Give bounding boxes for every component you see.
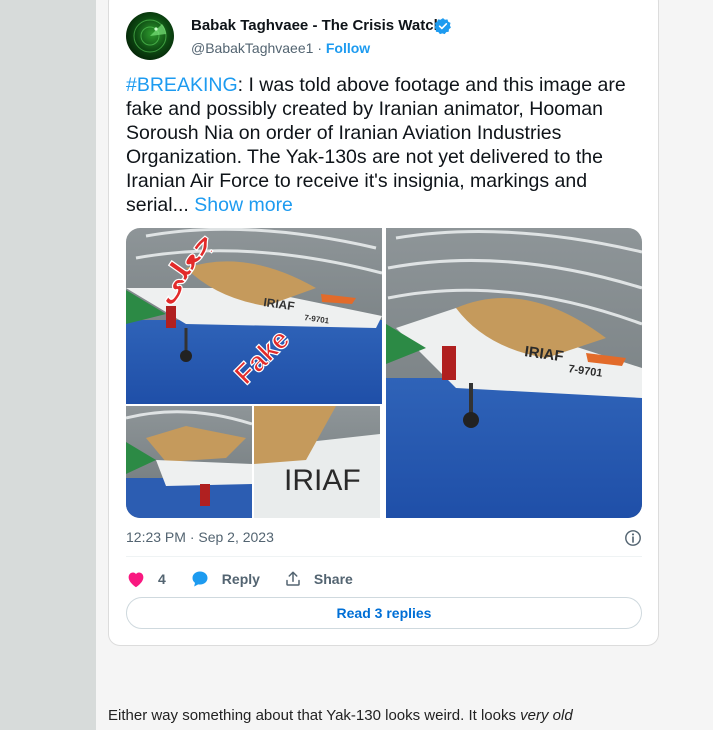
timestamp[interactable]: 12:23 PM · Sep 2, 2023	[126, 529, 274, 545]
show-more-link[interactable]: Show more	[194, 194, 293, 216]
share-icon	[286, 571, 300, 586]
separator: ·	[317, 40, 322, 56]
reply-label: Reply	[221, 571, 260, 587]
share-label: Share	[313, 571, 353, 587]
media-image-top-left[interactable]: IRIAF 7-9701 جعلی Fake	[126, 228, 383, 404]
reply-button[interactable]: Reply	[190, 569, 260, 589]
author-handle[interactable]: @BabakTaghvaee1	[191, 40, 313, 56]
hashtag-link[interactable]: #BREAKING	[126, 74, 238, 96]
read-replies-button[interactable]: Read 3 replies	[126, 597, 642, 629]
tweet-actions: 4 Reply Share	[126, 567, 377, 591]
comment-text: Either way something about that Yak-130 …	[108, 707, 708, 724]
media-marking-large: IRIAF	[284, 464, 361, 497]
share-button[interactable]: Share	[284, 570, 353, 588]
info-icon[interactable]	[624, 529, 642, 547]
divider	[126, 556, 642, 557]
like-count: 4	[158, 571, 166, 587]
media-image-right[interactable]: IRIAF 7-9701	[386, 228, 642, 518]
like-button[interactable]: 4	[126, 570, 166, 588]
left-rail	[0, 0, 96, 730]
timestamp-row: 12:23 PM · Sep 2, 2023	[126, 529, 642, 549]
follow-link[interactable]: Follow	[326, 40, 370, 56]
heart-icon	[128, 572, 144, 588]
comment-text-start: Either way something about that Yak-130 …	[108, 707, 521, 724]
media-grid[interactable]: IRIAF 7-9701 جعلی Fake IRIAF IRIAF 7-970…	[126, 228, 642, 518]
comment-text-emphasis: very old	[520, 707, 573, 724]
embedded-tweet[interactable]: Babak Taghvaee - The Crisis Watch @Babak…	[108, 0, 659, 646]
verified-badge-icon	[434, 18, 451, 35]
reply-bubble-icon	[192, 571, 208, 587]
tweet-text: #BREAKING: I was told above footage and …	[126, 73, 646, 217]
avatar[interactable]	[126, 12, 174, 60]
author-name[interactable]: Babak Taghvaee - The Crisis Watch	[191, 17, 443, 34]
handle-line: @BabakTaghvaee1 · Follow	[191, 40, 370, 56]
content-area: Babak Taghvaee - The Crisis Watch @Babak…	[96, 0, 713, 730]
